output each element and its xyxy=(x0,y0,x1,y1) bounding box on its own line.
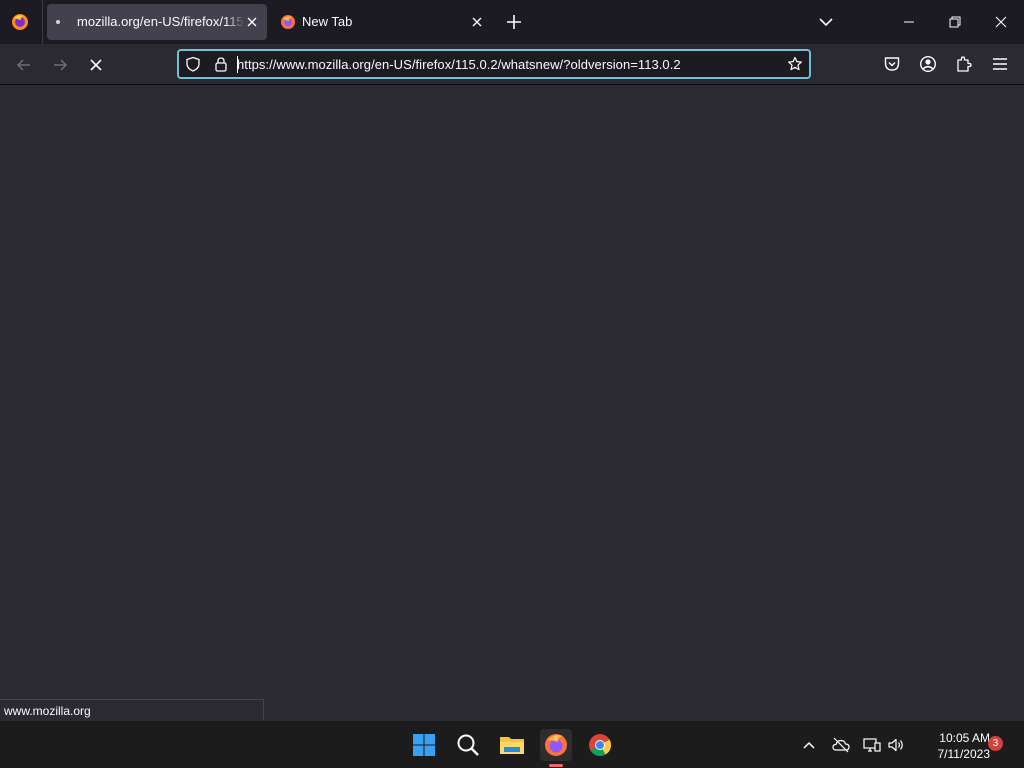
clock-date: 7/11/2023 xyxy=(937,747,991,761)
url-input[interactable]: https://www.mozilla.org/en-US/firefox/11… xyxy=(237,57,681,72)
list-all-tabs-chevron-icon[interactable] xyxy=(815,11,837,33)
stop-loading-button[interactable] xyxy=(81,50,111,80)
file-explorer-icon[interactable] xyxy=(496,729,528,761)
address-bar[interactable]: https://www.mozilla.org/en-US/firefox/11… xyxy=(177,49,811,79)
firefox-taskbar-icon[interactable] xyxy=(540,729,572,761)
hamburger-menu-icon[interactable] xyxy=(989,53,1011,75)
lock-icon[interactable] xyxy=(213,56,229,72)
restore-button[interactable] xyxy=(932,0,978,44)
forward-button[interactable] xyxy=(45,50,75,80)
navigation-toolbar: https://www.mozilla.org/en-US/firefox/11… xyxy=(0,44,1024,85)
page-content-area[interactable] xyxy=(0,86,1024,720)
volume-icon[interactable] xyxy=(887,736,905,754)
extensions-puzzle-icon[interactable] xyxy=(953,53,975,75)
minimize-button[interactable] xyxy=(886,0,932,44)
firefox-view-icon[interactable] xyxy=(9,11,31,33)
clock-time: 10:05 AM xyxy=(939,731,990,745)
tab-title: New Tab xyxy=(302,14,353,29)
tab-close-icon[interactable] xyxy=(243,13,261,31)
tab-title: mozilla.org/en-US/firefox/115.0.2/whatsn… xyxy=(77,14,245,29)
notification-count-badge[interactable]: 3 xyxy=(988,736,1003,751)
account-icon[interactable] xyxy=(917,53,939,75)
close-window-button[interactable] xyxy=(978,0,1024,44)
system-clock[interactable]: 10:05 AM 7/11/2023 xyxy=(912,730,991,762)
new-tab-button[interactable] xyxy=(503,11,525,33)
browser-window: mozilla.org/en-US/firefox/115.0.2/whatsn… xyxy=(0,0,1024,720)
tab-close-icon[interactable] xyxy=(468,13,486,31)
show-hidden-icons-chevron-icon[interactable] xyxy=(800,736,818,754)
back-button[interactable] xyxy=(9,50,39,80)
chrome-icon[interactable] xyxy=(584,729,616,761)
tab-new-tab[interactable]: New Tab xyxy=(272,4,492,40)
windows-start-icon[interactable] xyxy=(408,729,440,761)
tab-separator xyxy=(42,0,43,44)
bookmark-star-icon[interactable] xyxy=(787,56,803,72)
pocket-icon[interactable] xyxy=(881,53,903,75)
running-app-indicator xyxy=(549,764,563,767)
tab-strip: mozilla.org/en-US/firefox/115.0.2/whatsn… xyxy=(0,0,1024,44)
onedrive-cloud-icon[interactable] xyxy=(832,736,850,754)
tab-loading-icon xyxy=(56,20,60,24)
firefox-favicon-icon xyxy=(280,14,296,30)
network-icon[interactable] xyxy=(863,736,881,754)
status-panel-link: www.mozilla.org xyxy=(0,699,264,720)
windows-taskbar: 10:05 AM 7/11/2023 xyxy=(0,720,1024,768)
tab-mozilla-whatsnew[interactable]: mozilla.org/en-US/firefox/115.0.2/whatsn… xyxy=(47,4,267,40)
tracking-protection-shield-icon[interactable] xyxy=(185,56,201,72)
search-icon[interactable] xyxy=(452,729,484,761)
